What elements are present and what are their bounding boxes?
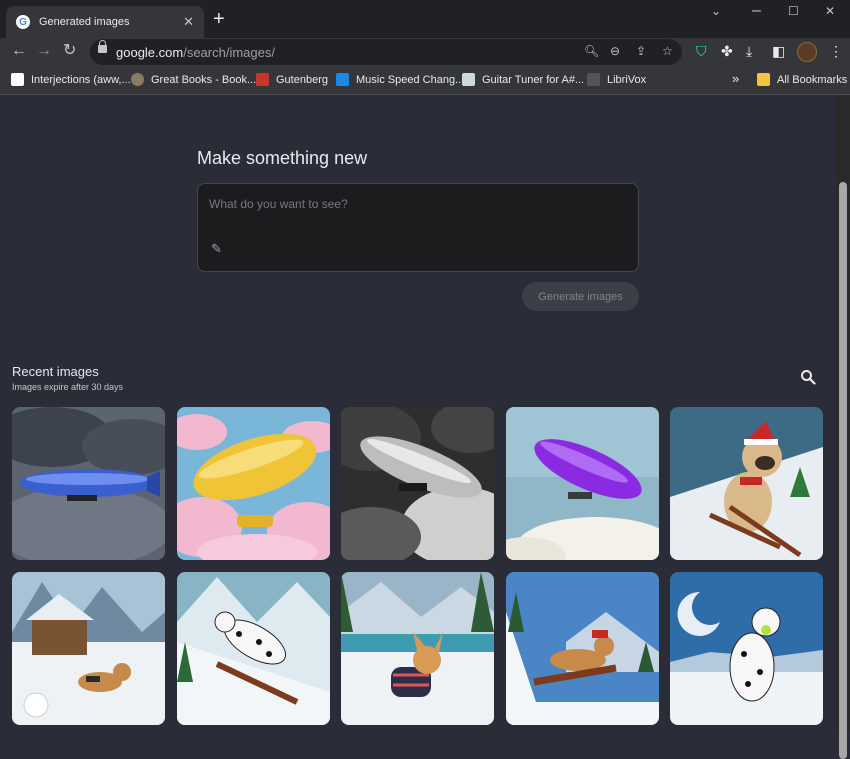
dalmatian-ball-snow-image[interactable] [670, 572, 823, 725]
bookmark-star-icon[interactable]: ☆ [662, 44, 673, 58]
recent-images-subtext: Images expire after 30 days [12, 382, 124, 392]
prompt-placeholder: What do you want to see? [209, 197, 348, 211]
new-tab-button[interactable]: + [213, 9, 225, 29]
zoom-icon[interactable]: ⊖ [610, 44, 620, 58]
lock-icon [98, 40, 107, 53]
extension-shield-icon[interactable]: ⛉ [696, 43, 707, 60]
bookmarks-overflow-button[interactable]: » [732, 71, 739, 86]
url-text: google.com/search/images/ [116, 45, 275, 60]
tab-close-icon[interactable]: ✕ [183, 14, 194, 30]
bookmark-gutenberg[interactable]: Gutenberg [256, 73, 328, 86]
browser-toolbar: ← → ↻ google.com/search/images/ 🔍︎ ⊖ ⇪ ☆… [0, 38, 850, 66]
pg-icon [256, 73, 269, 86]
tab-title: Generated images [39, 16, 130, 28]
google-favicon-icon: G [16, 15, 30, 29]
magic-wand-icon[interactable]: ✎ [211, 241, 222, 257]
all-bookmarks-button[interactable]: All Bookmarks [757, 73, 847, 86]
side-panel-icon[interactable]: ◧ [772, 43, 785, 60]
tuner-icon [462, 73, 475, 86]
purple-airship-sky-image[interactable] [506, 407, 659, 560]
bookmark-great-books[interactable]: Great Books - Book... [131, 73, 256, 86]
page-scrollbar[interactable] [836, 95, 850, 759]
scrollbar-thumb[interactable] [839, 182, 847, 759]
bookmark-librivox[interactable]: LibriVox [587, 73, 646, 86]
bookmark-guitar-tuner[interactable]: Guitar Tuner for A#... [462, 73, 584, 86]
pug-skiing-santa-hat-image[interactable] [670, 407, 823, 560]
dalmatian-sled-image[interactable] [177, 572, 330, 725]
forward-arrow-icon[interactable]: → [36, 42, 52, 60]
browser-tab[interactable]: G Generated images ✕ [6, 6, 204, 38]
book-figure-icon [11, 73, 24, 86]
beagle-cabin-snow-image[interactable] [12, 572, 165, 725]
reload-icon[interactable]: ↻ [63, 42, 76, 60]
beagle-sled-scarf-image[interactable] [506, 572, 659, 725]
window-close-icon[interactable]: ✕ [825, 4, 835, 18]
folder-icon [757, 73, 770, 86]
lens-search-icon[interactable]: 🔍︎ [584, 44, 599, 58]
title-bar: G Generated images ✕ + ⌄ – ☐ ✕ [0, 0, 850, 38]
maximize-icon[interactable]: ☐ [788, 4, 799, 18]
minimize-icon[interactable]: – [752, 2, 761, 20]
download-icon[interactable]: ⤓ [746, 43, 752, 60]
prompt-input[interactable]: What do you want to see? ✎ [197, 183, 639, 272]
music-icon [336, 73, 349, 86]
share-icon[interactable]: ⇪ [636, 44, 646, 58]
tab-search-chevron-icon[interactable]: ⌄ [711, 4, 721, 18]
menu-kebab-icon[interactable]: ⋮ [829, 43, 843, 60]
page-content: Make something new What do you want to s… [0, 95, 836, 732]
search-icon[interactable] [800, 369, 816, 385]
address-bar[interactable]: google.com/search/images/ 🔍︎ ⊖ ⇪ ☆ [90, 39, 682, 65]
profile-avatar[interactable] [797, 42, 817, 62]
blue-airship-storm-image[interactable] [12, 407, 165, 560]
generate-images-button[interactable]: Generate images [522, 282, 639, 311]
portrait-icon [131, 73, 144, 86]
recent-images-heading: Recent images [12, 364, 99, 379]
bookmarks-bar: Interjections (aww,... Great Books - Boo… [0, 66, 850, 95]
librivox-icon [587, 73, 600, 86]
bookmark-interjections[interactable]: Interjections (aww,... [11, 73, 131, 86]
yellow-airship-pink-clouds-image[interactable] [177, 407, 330, 560]
extensions-puzzle-icon[interactable]: ✤ [721, 43, 733, 60]
grey-airship-bw-clouds-image[interactable] [341, 407, 494, 560]
back-arrow-icon[interactable]: ← [11, 42, 27, 60]
bookmark-music-speed[interactable]: Music Speed Chang... [336, 73, 464, 86]
page-title: Make something new [197, 148, 368, 168]
chihuahua-sweater-lake-image[interactable] [341, 572, 494, 725]
